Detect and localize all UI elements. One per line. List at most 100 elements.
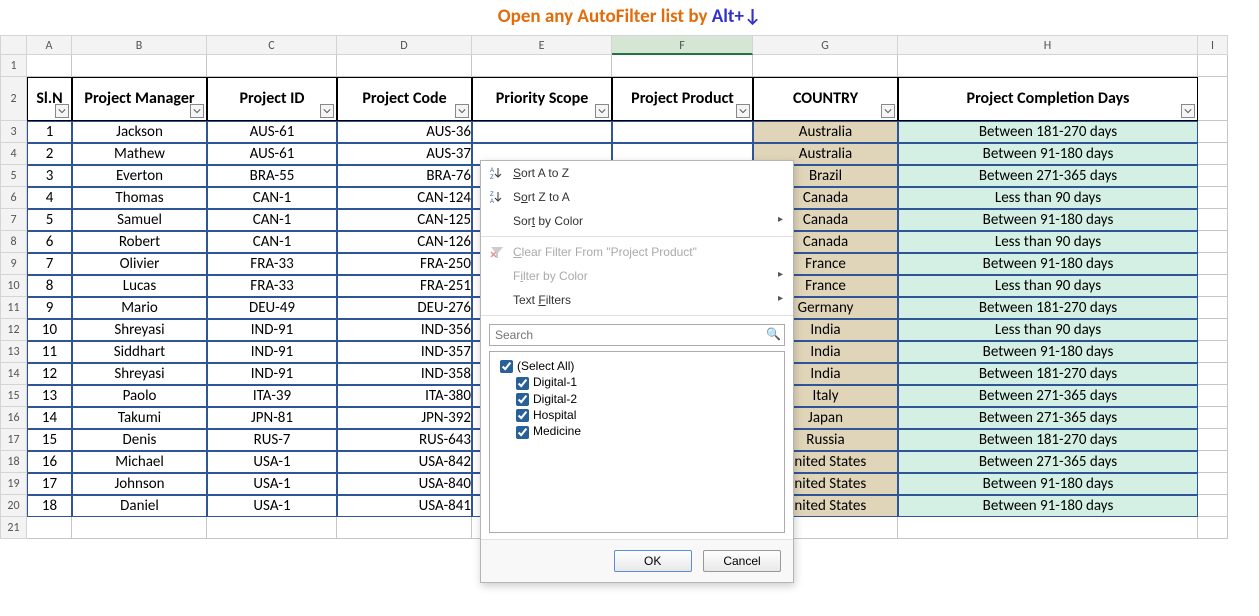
cell-sln[interactable]: 12 (27, 363, 72, 385)
cell-manager[interactable]: Shreyasi (72, 319, 207, 341)
empty-cell[interactable] (337, 517, 472, 539)
row-header-18[interactable]: 18 (0, 451, 27, 473)
cell-manager[interactable]: Michael (72, 451, 207, 473)
cell-completion[interactable]: Less than 90 days (898, 231, 1198, 253)
cell-sln[interactable]: 1 (27, 121, 72, 143)
empty-cell[interactable] (1198, 297, 1228, 319)
cell-completion[interactable]: Between 181-270 days (898, 429, 1198, 451)
empty-cell[interactable] (1198, 429, 1228, 451)
row-header-2[interactable]: 2 (0, 77, 27, 121)
filter-option[interactable]: Hospital (494, 407, 780, 423)
cell-completion[interactable]: Between 91-180 days (898, 209, 1198, 231)
empty-cell[interactable] (1198, 451, 1228, 473)
empty-cell[interactable] (1198, 209, 1228, 231)
cell-sln[interactable]: 13 (27, 385, 72, 407)
cell-project-id[interactable]: DEU-49 (207, 297, 337, 319)
empty-cell[interactable] (1198, 253, 1228, 275)
empty-cell[interactable] (337, 55, 472, 77)
empty-cell[interactable] (207, 517, 337, 539)
cell-sln[interactable]: 16 (27, 451, 72, 473)
row-header-6[interactable]: 6 (0, 187, 27, 209)
cell-completion[interactable]: Between 91-180 days (898, 495, 1198, 517)
empty-cell[interactable] (1198, 495, 1228, 517)
filter-dropdown-button[interactable] (55, 104, 69, 118)
filter-dropdown-button[interactable] (736, 104, 750, 118)
cell-manager[interactable]: Shreyasi (72, 363, 207, 385)
cell-completion[interactable]: Between 91-180 days (898, 253, 1198, 275)
cell-project-code[interactable]: AUS-37 (337, 143, 472, 165)
empty-cell[interactable] (1198, 363, 1228, 385)
table-header[interactable]: Project Code (337, 77, 472, 121)
row-header-9[interactable]: 9 (0, 253, 27, 275)
sort-by-color[interactable]: Sort by Color (481, 209, 793, 233)
search-input[interactable] (489, 324, 785, 346)
cell-manager[interactable]: Paolo (72, 385, 207, 407)
cancel-button[interactable]: Cancel (703, 550, 781, 572)
cell-manager[interactable]: Lucas (72, 275, 207, 297)
cell-completion[interactable]: Less than 90 days (898, 187, 1198, 209)
cell-project-code[interactable]: USA-842 (337, 451, 472, 473)
col-header-G[interactable]: G (753, 35, 898, 55)
ok-button[interactable]: OK (614, 550, 692, 572)
cell-project-code[interactable]: CAN-124 (337, 187, 472, 209)
cell-completion[interactable]: Between 271-365 days (898, 165, 1198, 187)
cell-sln[interactable]: 18 (27, 495, 72, 517)
cell-product[interactable] (612, 121, 753, 143)
col-header-E[interactable]: E (472, 35, 612, 55)
col-header-B[interactable]: B (72, 35, 207, 55)
row-header-12[interactable]: 12 (0, 319, 27, 341)
filter-dropdown-button[interactable] (1181, 104, 1195, 118)
row-header-5[interactable]: 5 (0, 165, 27, 187)
row-header-17[interactable]: 17 (0, 429, 27, 451)
cell-project-id[interactable]: IND-91 (207, 363, 337, 385)
cell-project-id[interactable]: CAN-1 (207, 231, 337, 253)
cell-project-code[interactable]: FRA-251 (337, 275, 472, 297)
row-header-19[interactable]: 19 (0, 473, 27, 495)
col-header-D[interactable]: D (337, 35, 472, 55)
cell-sln[interactable]: 14 (27, 407, 72, 429)
cell-project-id[interactable]: AUS-61 (207, 143, 337, 165)
empty-cell[interactable] (1198, 143, 1228, 165)
cell-manager[interactable]: Johnson (72, 473, 207, 495)
cell-project-id[interactable]: CAN-1 (207, 209, 337, 231)
cell-project-code[interactable]: IND-358 (337, 363, 472, 385)
cell-sln[interactable]: 4 (27, 187, 72, 209)
cell-project-id[interactable]: JPN-81 (207, 407, 337, 429)
cell-project-id[interactable]: FRA-33 (207, 275, 337, 297)
cell-manager[interactable]: Mario (72, 297, 207, 319)
cell-completion[interactable]: Less than 90 days (898, 319, 1198, 341)
empty-cell[interactable] (1198, 231, 1228, 253)
cell-project-id[interactable]: FRA-33 (207, 253, 337, 275)
empty-cell[interactable] (207, 55, 337, 77)
cell-manager[interactable]: Mathew (72, 143, 207, 165)
empty-cell[interactable] (612, 55, 753, 77)
empty-cell[interactable] (1198, 187, 1228, 209)
filter-option[interactable]: (Select All) (494, 358, 780, 374)
cell-completion[interactable]: Less than 90 days (898, 275, 1198, 297)
cell-sln[interactable]: 15 (27, 429, 72, 451)
cell-completion[interactable]: Between 271-365 days (898, 385, 1198, 407)
row-header-4[interactable]: 4 (0, 143, 27, 165)
table-header[interactable]: Project Product (612, 77, 753, 121)
row-header-20[interactable]: 20 (0, 495, 27, 517)
table-header[interactable]: Project ID (207, 77, 337, 121)
filter-dropdown-button[interactable] (881, 104, 895, 118)
cell-completion[interactable]: Between 181-270 days (898, 363, 1198, 385)
filter-dropdown-button[interactable] (320, 104, 334, 118)
col-header-corner[interactable] (0, 35, 27, 55)
row-header-3[interactable]: 3 (0, 121, 27, 143)
cell-sln[interactable]: 10 (27, 319, 72, 341)
cell-project-code[interactable]: FRA-250 (337, 253, 472, 275)
cell-project-id[interactable]: IND-91 (207, 319, 337, 341)
empty-cell[interactable] (898, 517, 1198, 539)
cell-completion[interactable]: Between 91-180 days (898, 473, 1198, 495)
filter-option[interactable]: Digital-2 (494, 391, 780, 407)
table-header[interactable]: Sl.N (27, 77, 72, 121)
cell-project-code[interactable]: BRA-76 (337, 165, 472, 187)
empty-cell[interactable] (1198, 275, 1228, 297)
cell-sln[interactable]: 6 (27, 231, 72, 253)
cell-project-code[interactable]: IND-357 (337, 341, 472, 363)
table-header[interactable]: Priority Scope (472, 77, 612, 121)
cell-sln[interactable]: 5 (27, 209, 72, 231)
sort-a-to-z[interactable]: AZ Sort A to Z (481, 161, 793, 185)
